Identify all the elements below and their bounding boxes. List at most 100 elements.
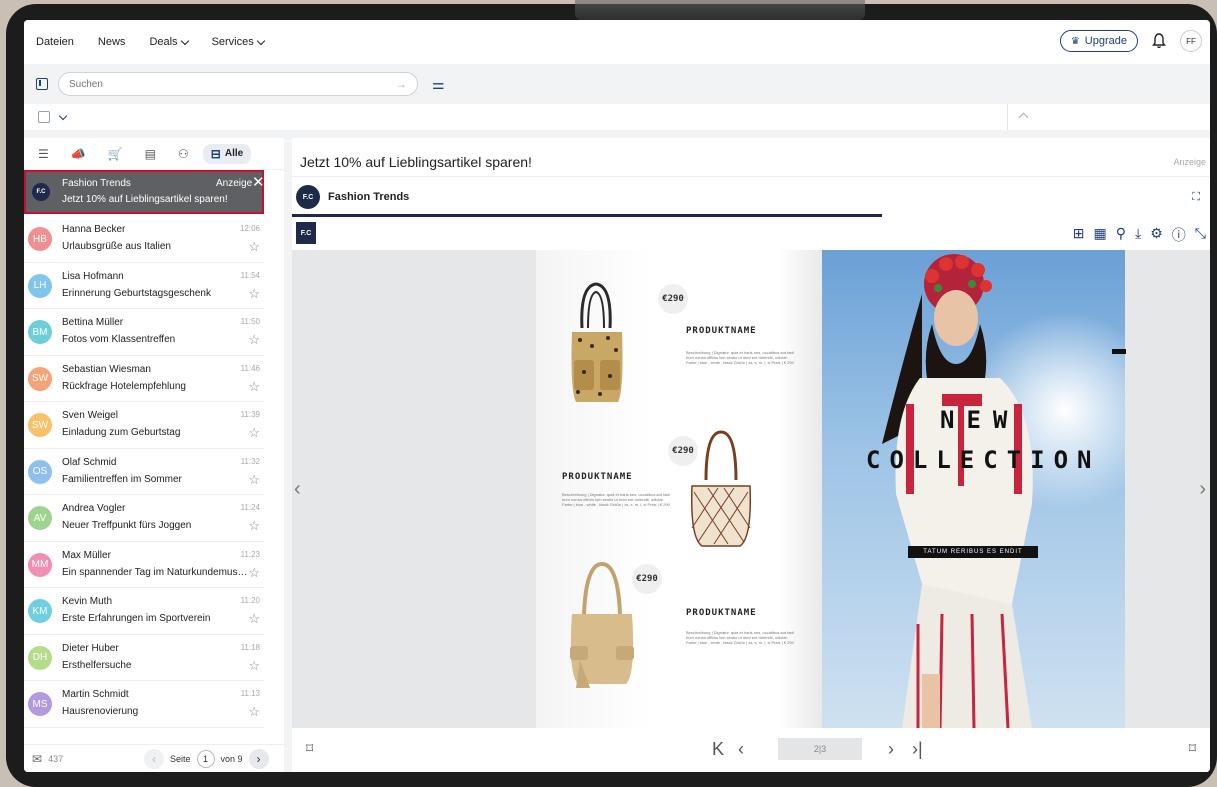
list-icon[interactable]: ☰: [38, 147, 49, 161]
brand-logo: F.C: [32, 183, 50, 201]
star-icon[interactable]: ☆: [248, 425, 260, 441]
page-total: von 9: [220, 754, 243, 764]
star-icon[interactable]: ☆: [248, 472, 260, 488]
mail-list-item[interactable]: HB Hanna Becker Urlaubsgrüße aus Italien 12…: [24, 216, 264, 263]
mail-list-item[interactable]: OS Olaf Schmid Familientreffen im Sommer 11…: [24, 449, 264, 495]
mail-time: 11:18: [240, 642, 260, 652]
sender-name: Fashion Trends: [328, 191, 410, 203]
nav-item-news[interactable]: News: [98, 36, 126, 48]
mail-subject: Rückfrage Hotelempfehlung: [62, 380, 186, 392]
envelope-icon: ✉: [32, 751, 43, 766]
mail-sender: Martin Schmidt: [62, 689, 129, 700]
filter-all-label: Alle: [224, 148, 244, 159]
mail-sender: Andrea Vogler: [62, 503, 126, 514]
prev-page-icon[interactable]: ‹: [738, 739, 744, 760]
prev-page-button[interactable]: ‹: [144, 749, 164, 769]
download-icon[interactable]: ⤓: [1135, 225, 1141, 245]
page-indicator[interactable]: 2|3: [778, 738, 862, 760]
next-page-icon[interactable]: ›: [888, 739, 894, 760]
gear-icon[interactable]: ⚙: [1150, 225, 1163, 245]
search-row: → ⚌: [24, 64, 1210, 104]
filter-sliders-icon[interactable]: ⚌: [432, 76, 445, 93]
people-icon[interactable]: ⚇: [178, 147, 189, 161]
mail-time: 11:50: [240, 317, 260, 326]
bookmark-icon[interactable]: ⌑: [1189, 740, 1196, 757]
first-page-icon[interactable]: K: [712, 739, 724, 760]
bell-icon[interactable]: [1152, 33, 1166, 49]
upgrade-button[interactable]: ♛ Upgrade: [1059, 30, 1138, 52]
nav-item-dateien[interactable]: Dateien: [36, 36, 74, 48]
mail-list-item[interactable]: SW Sebastian Wiesman Rückfrage Hotelempfeh…: [24, 356, 264, 402]
bookmark-icon[interactable]: ⌑: [306, 740, 313, 757]
nav-item-services[interactable]: Services: [212, 36, 265, 48]
ad-list-item[interactable]: F.C Fashion Trends Jetzt 10% auf Lieblin…: [24, 170, 265, 214]
mail-list-item[interactable]: SW Sven Weigel Einladung zum Geburtstag 11:…: [24, 402, 264, 449]
chevron-right-icon[interactable]: ›: [1199, 478, 1206, 501]
headline-collection: COLLECTION: [866, 446, 1101, 474]
star-icon[interactable]: ☆: [248, 286, 260, 302]
catalog-page-right: [822, 250, 1125, 728]
mail-list-item[interactable]: AV Andrea Vogler Neuer Treffpunkt fürs Jog…: [24, 495, 264, 542]
chevron-up-icon[interactable]: [1018, 112, 1029, 123]
star-icon[interactable]: ☆: [248, 658, 260, 674]
search-icon[interactable]: ⚲: [1116, 225, 1126, 245]
mail-time: 11:20: [240, 596, 260, 605]
last-page-icon[interactable]: ›|: [912, 739, 923, 760]
product-name: PRODUKTNAME: [562, 472, 633, 482]
star-icon[interactable]: ☆: [248, 565, 260, 581]
user-avatar[interactable]: FF: [1180, 30, 1202, 52]
decorative-bar: [1112, 349, 1126, 354]
mail-sender: Max Müller: [62, 549, 111, 561]
star-icon[interactable]: ☆: [248, 704, 260, 720]
document-icon[interactable]: ▤: [145, 147, 156, 161]
sidebar-toggle-icon[interactable]: [36, 78, 48, 90]
sender-avatar: BM: [28, 320, 52, 344]
toc-icon[interactable]: ▦: [1094, 225, 1107, 245]
selection-row: [24, 104, 1210, 130]
model-photo: [882, 254, 1033, 728]
mail-sender: Lisa Hofmann: [62, 270, 124, 282]
mail-list-item[interactable]: LH Lisa Hofmann Erinnerung Geburtstagsgesc…: [24, 263, 264, 309]
top-navigation: Dateien News Deals Services ♛ Upgrade FF: [24, 20, 1210, 64]
close-icon[interactable]: ✕: [252, 173, 265, 191]
nav-item-deals[interactable]: Deals: [149, 36, 189, 48]
fullscreen-icon[interactable]: ⛶: [1192, 191, 1200, 204]
mail-list-item[interactable]: MM Max Müller Ein spannender Tag im Naturk…: [24, 542, 264, 588]
chevron-down-icon[interactable]: [58, 111, 68, 120]
arrow-right-icon[interactable]: →: [395, 77, 407, 91]
crown-icon: ♛: [1070, 35, 1080, 47]
star-icon[interactable]: ☆: [248, 332, 260, 348]
grid-icon[interactable]: ⊞: [1073, 225, 1085, 245]
select-all-checkbox[interactable]: [38, 111, 50, 123]
star-icon[interactable]: ☆: [248, 518, 260, 534]
star-icon[interactable]: ☆: [248, 611, 260, 627]
product-name: PRODUKTNAME: [686, 326, 757, 336]
star-icon[interactable]: ☆: [248, 379, 260, 395]
star-icon[interactable]: ☆: [248, 239, 260, 255]
megaphone-icon[interactable]: 📣: [71, 147, 86, 161]
mail-list-item[interactable]: DH Dieter Huber Ersthelfersuche 11:18 ☆: [24, 635, 264, 681]
tablet-camera-notch: [575, 0, 865, 20]
search-input[interactable]: [69, 78, 369, 90]
next-page-button[interactable]: ›: [248, 749, 269, 769]
ad-sender: Fashion Trends: [62, 178, 131, 189]
filter-all-button[interactable]: ⊟ Alle: [202, 143, 252, 164]
mail-sender: Olaf Schmid: [62, 456, 117, 468]
pagination: ‹ Seite 1 von 9 ›: [144, 749, 269, 769]
chevron-left-icon[interactable]: ‹: [294, 478, 301, 501]
product-description: Beschreibung | Dignatur, quia et haris n…: [562, 492, 671, 507]
ad-badge: Anzeige: [216, 178, 253, 189]
mail-sender: Sebastian Wiesman: [62, 363, 151, 375]
product-image-woven-bag: [690, 430, 752, 547]
cart-icon[interactable]: 🛒: [108, 147, 123, 161]
product-price: €290: [658, 284, 688, 314]
info-icon[interactable]: ⓘ: [1172, 225, 1186, 245]
sender-avatar: HB: [28, 227, 52, 251]
mail-list-item[interactable]: BM Bettina Müller Fotos vom Klassentreffen…: [24, 309, 264, 356]
app-screen: Dateien News Deals Services ♛ Upgrade FF…: [24, 20, 1210, 772]
mail-list-item[interactable]: KM Kevin Muth Erste Erfahrungen im Sportve…: [24, 588, 264, 635]
mail-list-item[interactable]: MS Martin Schmidt Hausrenovierung 11:13 ☆: [24, 681, 264, 728]
ad-subject: Jetzt 10% auf Lieblingsartikel sparen!: [62, 194, 228, 205]
expand-icon[interactable]: ⤡: [1195, 225, 1206, 245]
page-number-input[interactable]: 1: [196, 750, 215, 768]
